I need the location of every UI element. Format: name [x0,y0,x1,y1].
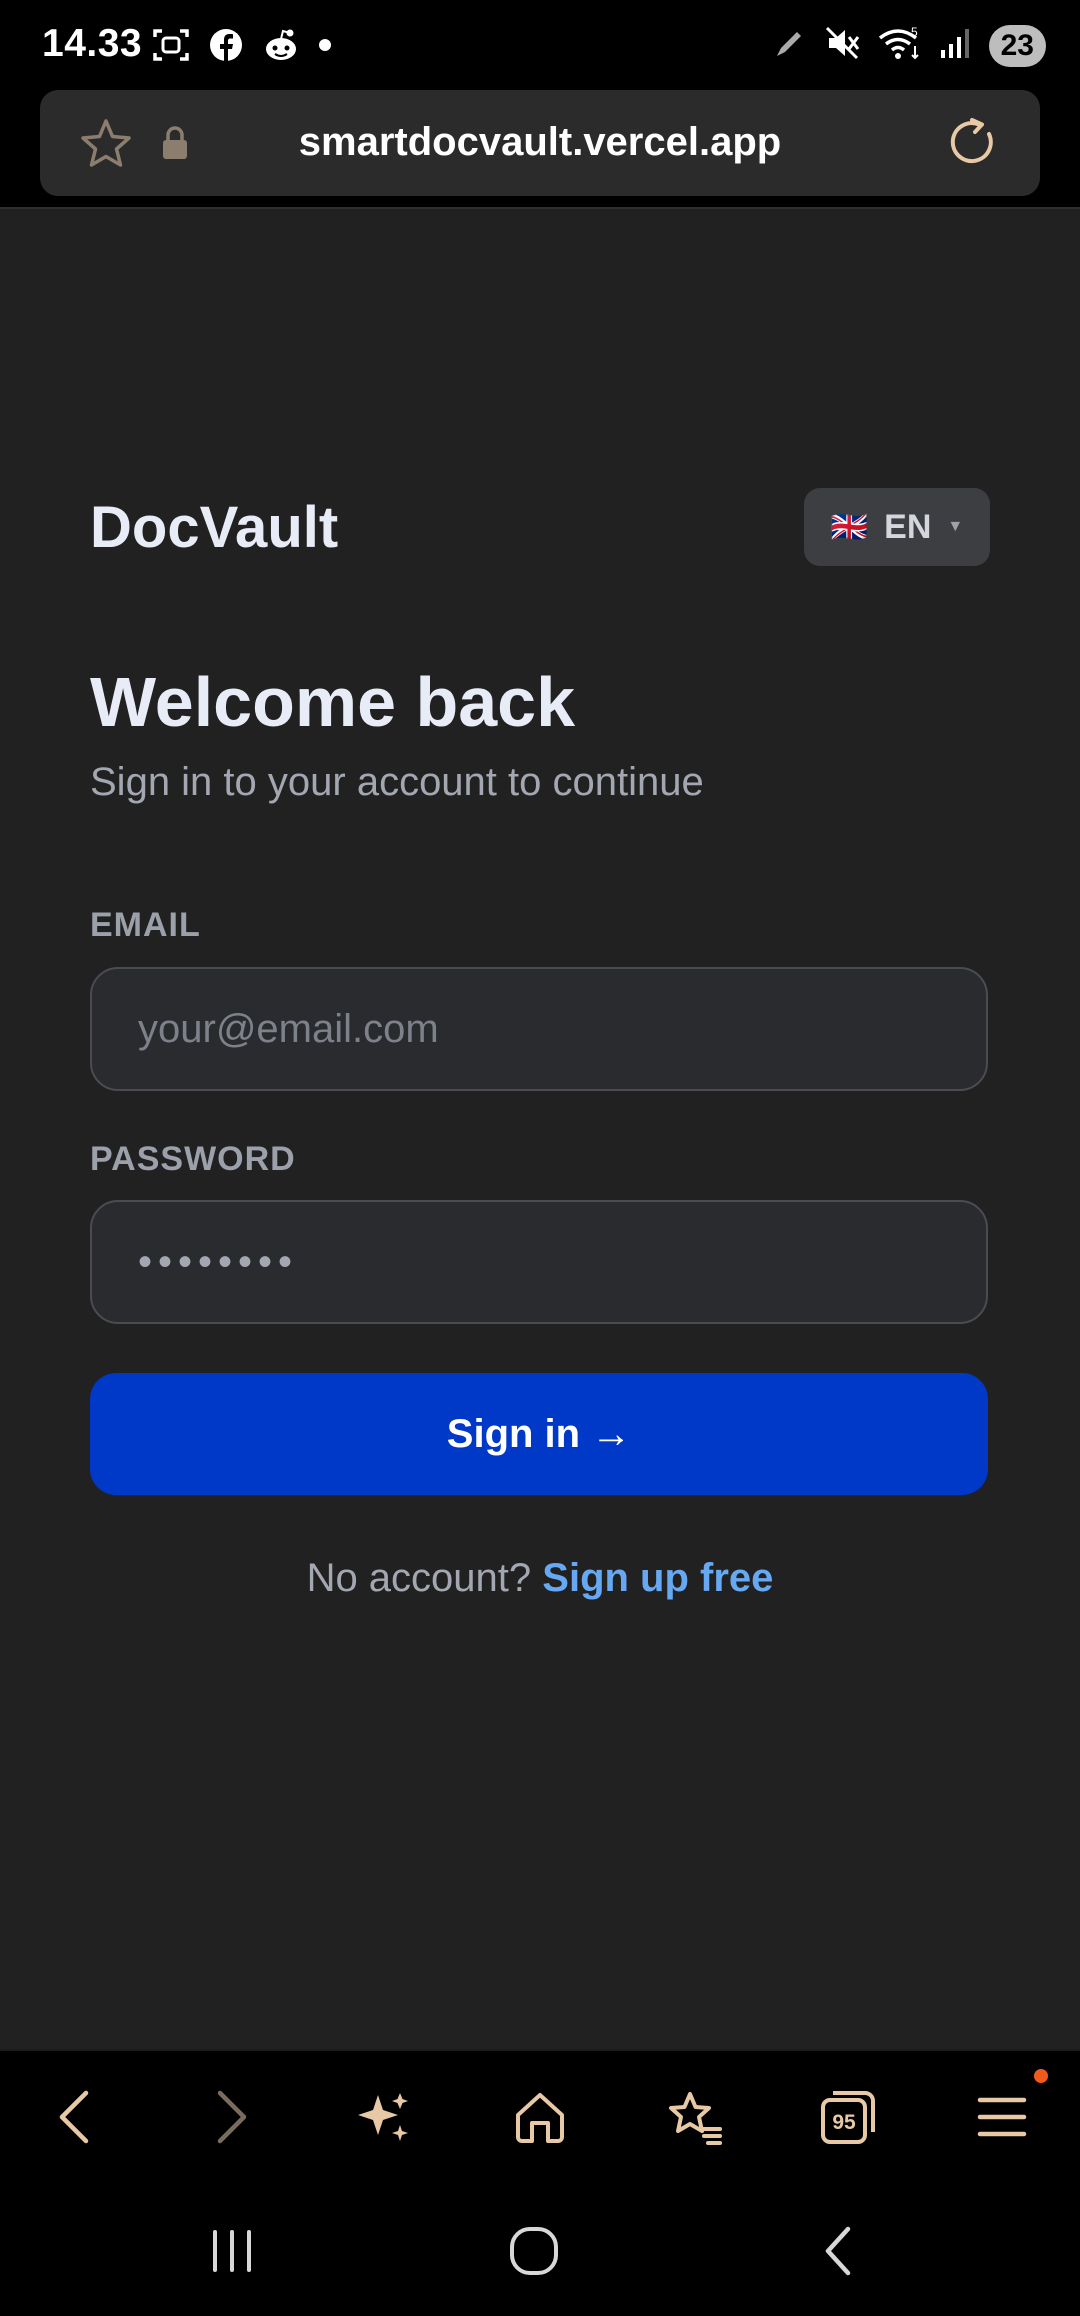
page-title: Welcome back [90,663,576,741]
forward-icon[interactable] [196,2081,268,2153]
pen-icon [773,26,807,65]
tab-count: 95 [832,2111,856,2134]
tabs-icon[interactable]: 95 [812,2081,884,2153]
password-field[interactable] [90,1200,988,1324]
wifi-icon: 5 [877,24,923,67]
mute-icon [823,24,861,67]
signup-row: No account? Sign up free [0,1556,1080,1601]
email-field[interactable] [90,967,988,1091]
screenshot-icon [152,26,190,69]
home-icon[interactable] [504,2081,576,2153]
recents-icon[interactable] [192,2221,272,2281]
facebook-icon [208,27,244,68]
back-icon[interactable] [38,2081,110,2153]
reddit-icon [262,27,300,68]
language-code: EN [884,507,932,546]
language-selector[interactable]: 🇬🇧 EN ▼ [804,488,990,566]
sign-in-button[interactable]: Sign in → [90,1373,988,1495]
status-time: 14.33 [42,22,143,65]
uk-flag-icon: 🇬🇧 [830,510,869,544]
browser-toolbar: 95 [0,2049,1080,2183]
password-label: PASSWORD [90,1140,296,1178]
notification-dot [1034,2069,1048,2083]
signal-icon [939,26,973,65]
caret-down-icon: ▼ [947,518,964,535]
sign-up-link[interactable]: Sign up free [542,1556,773,1600]
home-circle-icon[interactable] [494,2221,574,2281]
system-navigation-bar [0,2181,1080,2316]
signup-prompt: No account? [306,1556,532,1600]
ai-sparkle-icon[interactable] [348,2081,420,2153]
battery-indicator: 23 [988,24,1046,67]
phone-screen: 14.33 5 23 smartdocvault.vercel.app DocV… [0,0,1080,2316]
address-bar[interactable]: smartdocvault.vercel.app [40,90,1040,196]
bookmarks-icon[interactable] [658,2081,730,2153]
page-subtitle: Sign in to your account to continue [90,760,704,804]
wifi-badge: 5 [911,25,918,39]
reload-icon[interactable] [944,114,1002,177]
page-viewport [0,209,1080,2049]
url-text[interactable]: smartdocvault.vercel.app [40,120,1040,165]
system-back-icon[interactable] [798,2221,878,2281]
dot-icon [318,38,332,57]
brand-logo[interactable]: DocVault [90,494,338,561]
menu-icon[interactable] [966,2069,1048,2153]
email-label: EMAIL [90,906,201,944]
status-left-icons [152,26,332,69]
status-right-icons: 5 23 [773,24,1046,67]
status-bar: 14.33 5 23 [0,0,1080,88]
